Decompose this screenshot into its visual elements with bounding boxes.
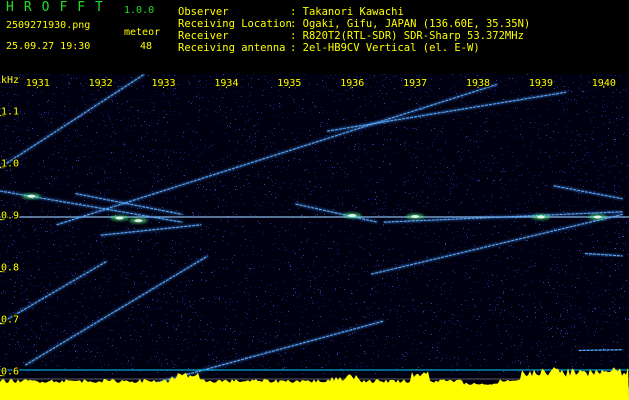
bright-spot <box>411 214 420 218</box>
app-version: 1.0.0 <box>124 5 155 16</box>
x-tick-label: 1933 <box>151 78 175 89</box>
y-axis-label: kHz <box>1 75 19 86</box>
app-logo: HROFFT <box>6 0 113 15</box>
y-tick-label: 0.6 <box>1 367 19 378</box>
x-tick-label: 1940 <box>592 78 616 89</box>
info-label-location: Receiving Location <box>178 18 292 30</box>
bright-spot <box>115 216 124 220</box>
spectrogram-chart: 1931 1932 1933 1934 1935 1936 1937 1938 1939 1940… <box>0 74 629 400</box>
y-tick-label: 0.9 <box>1 211 19 222</box>
x-tick-label: 1939 <box>529 78 553 89</box>
bright-spot <box>134 219 143 223</box>
meteor-count: 48 <box>140 41 153 52</box>
info-value-receiver: : R820T2(RTL-SDR) SDR-Sharp 53.372MHz <box>290 30 524 42</box>
bright-spot <box>27 194 36 198</box>
y-tick-label: 0.7 <box>1 315 19 326</box>
header-panel: HROFFT 1.0.0 2509271930.png meteor 25.09… <box>0 0 629 74</box>
x-tick-label: 1934 <box>214 78 238 89</box>
x-tick-label: 1938 <box>466 78 490 89</box>
y-tick-label: 0.8 <box>1 263 19 274</box>
info-value-location: : Ogaki, Gifu, JAPAN (136.60E, 35.35N) <box>290 18 531 30</box>
bright-spot <box>593 215 602 219</box>
info-label-antenna: Receiving antenna <box>178 42 286 54</box>
info-value-antenna: : 2el-HB9CV Vertical (el. E-W) <box>290 42 480 54</box>
info-label-receiver: Receiver <box>178 30 229 42</box>
info-label-observer: Observer <box>178 6 229 18</box>
filename: 2509271930.png <box>6 20 91 31</box>
meteor-label: meteor <box>124 27 161 38</box>
x-tick-label: 1935 <box>277 78 301 89</box>
info-value-observer: : Takanori Kawachi <box>290 6 404 18</box>
x-tick-label: 1937 <box>403 78 427 89</box>
y-tick-label: 1.0 <box>1 159 19 170</box>
bright-spot <box>348 213 357 217</box>
spectrogram-background <box>0 74 629 400</box>
x-tick-label: 1931 <box>26 78 50 89</box>
y-tick-label: 1.1 <box>1 107 19 118</box>
datetime: 25.09.27 19:30 <box>6 41 91 52</box>
x-tick-label: 1936 <box>340 78 364 89</box>
bright-spot <box>536 215 545 219</box>
x-tick-label: 1932 <box>89 78 113 89</box>
